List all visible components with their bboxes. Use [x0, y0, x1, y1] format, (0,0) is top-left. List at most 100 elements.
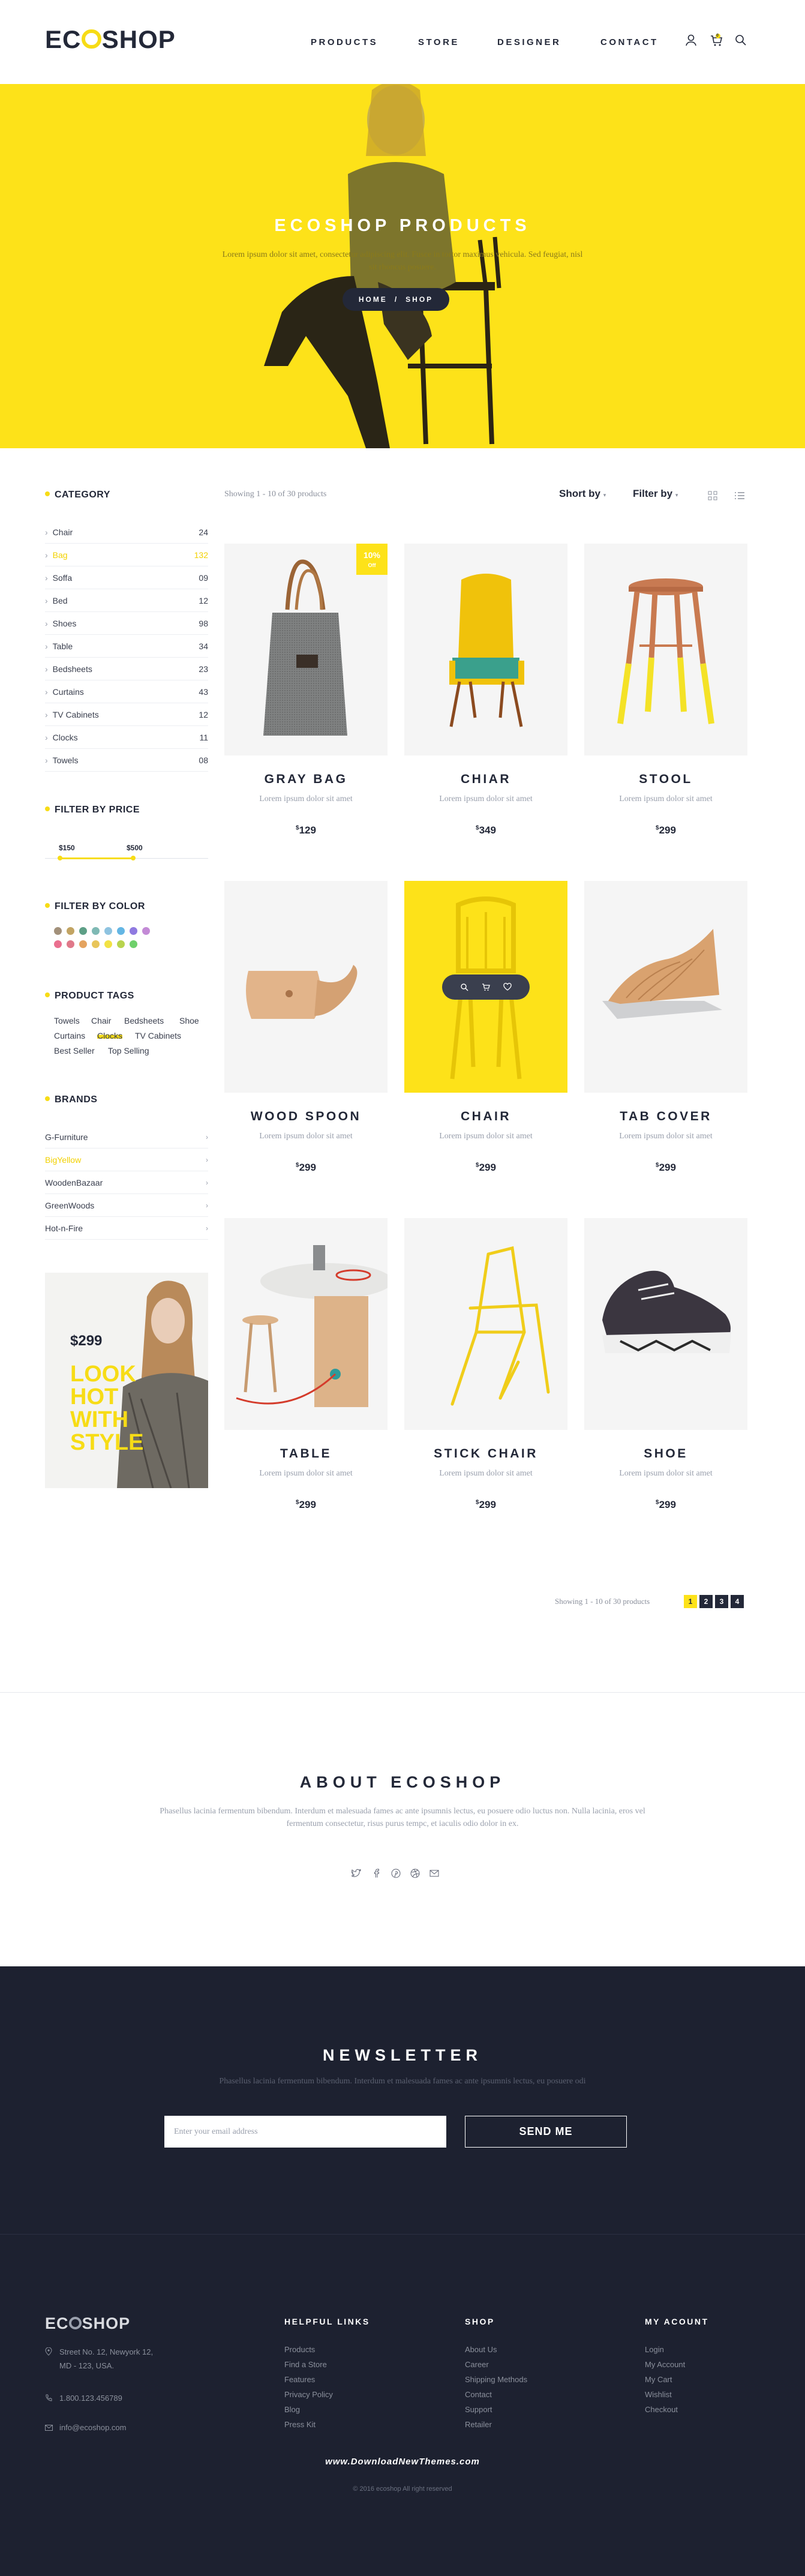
page-3[interactable]: 3: [715, 1595, 728, 1608]
search-icon[interactable]: [734, 34, 747, 47]
color-swatch[interactable]: [54, 927, 62, 935]
brand-item-greenwoods[interactable]: GreenWoods ›: [45, 1194, 208, 1217]
product-image[interactable]: 10% Off: [224, 544, 388, 755]
color-swatch[interactable]: [79, 940, 87, 948]
brand-item-bigyellow[interactable]: BigYellow ›: [45, 1148, 208, 1171]
color-swatch[interactable]: [67, 927, 74, 935]
tag-bedsheets[interactable]: Bedsheets: [124, 1016, 164, 1025]
brand-item-g-furniture[interactable]: G-Furniture ›: [45, 1126, 208, 1148]
footer-link[interactable]: Press Kit: [284, 2420, 316, 2429]
product-image[interactable]: [584, 881, 747, 1093]
footer-email[interactable]: info@ecoshop.com: [59, 2421, 126, 2434]
send-me-button[interactable]: SEND ME: [465, 2116, 627, 2148]
footer-link[interactable]: Privacy Policy: [284, 2390, 333, 2399]
category-item-tv-cabinets[interactable]: TV Cabinets 12: [45, 703, 208, 726]
tag-towels[interactable]: Towels: [54, 1016, 80, 1025]
product-name[interactable]: CHAIR: [404, 1109, 567, 1124]
brand-item-woodenbazaar[interactable]: WoodenBazaar ›: [45, 1171, 208, 1194]
product-name[interactable]: SHOE: [584, 1447, 747, 1461]
product-name[interactable]: CHIAR: [404, 772, 567, 787]
brand-item-hot-n-fire[interactable]: Hot-n-Fire ›: [45, 1217, 208, 1240]
product-image[interactable]: [584, 1218, 747, 1430]
page-1[interactable]: 1: [684, 1595, 697, 1608]
category-item-clocks[interactable]: Clocks 11: [45, 726, 208, 749]
color-swatch[interactable]: [104, 927, 112, 935]
email-field[interactable]: [164, 2116, 446, 2148]
user-icon[interactable]: [684, 34, 698, 47]
tag-top-selling[interactable]: Top Selling: [108, 1046, 149, 1055]
facebook-icon[interactable]: [371, 1868, 382, 1879]
footer-logo[interactable]: EC SHOP: [45, 2314, 130, 2333]
site-logo[interactable]: EC SHOP: [45, 25, 176, 54]
product-name[interactable]: TAB COVER: [584, 1109, 747, 1124]
color-swatch[interactable]: [130, 927, 137, 935]
color-swatch[interactable]: [79, 927, 87, 935]
dribbble-icon[interactable]: [410, 1868, 420, 1879]
product-image[interactable]: [404, 1218, 567, 1430]
breadcrumb-home[interactable]: HOME: [359, 295, 388, 304]
category-item-bed[interactable]: Bed 12: [45, 589, 208, 612]
price-min-handle[interactable]: [58, 856, 62, 860]
tag-shoe[interactable]: Shoe: [179, 1016, 199, 1025]
tag-clocks[interactable]: Clocks: [97, 1031, 123, 1040]
category-item-shoes[interactable]: Shoes 98: [45, 612, 208, 635]
footer-link[interactable]: Find a Store: [284, 2360, 327, 2369]
product-image[interactable]: [404, 544, 567, 755]
color-swatch[interactable]: [54, 940, 62, 948]
price-max-handle[interactable]: [131, 856, 136, 860]
product-image[interactable]: [224, 881, 388, 1093]
mail-icon[interactable]: [429, 1868, 440, 1879]
footer-link[interactable]: Checkout: [645, 2405, 678, 2414]
pinterest-icon[interactable]: [391, 1868, 401, 1879]
nav-designer[interactable]: DESIGNER: [497, 37, 561, 47]
product-image[interactable]: [584, 544, 747, 755]
promo-banner[interactable]: $299 LOOK HOT WITH STYLE: [45, 1273, 208, 1488]
color-swatch[interactable]: [92, 927, 100, 935]
grid-view-icon[interactable]: [708, 491, 717, 500]
list-view-icon[interactable]: [734, 491, 745, 500]
heart-icon[interactable]: [503, 983, 512, 991]
footer-link[interactable]: Career: [465, 2360, 489, 2369]
footer-link[interactable]: Shipping Methods: [465, 2375, 527, 2384]
category-item-soffa[interactable]: Soffa 09: [45, 566, 208, 589]
product-name[interactable]: GRAY BAG: [224, 772, 388, 787]
product-image[interactable]: [224, 1218, 388, 1430]
category-item-table[interactable]: Table 34: [45, 635, 208, 658]
footer-link[interactable]: Features: [284, 2375, 315, 2384]
footer-link[interactable]: My Account: [645, 2360, 685, 2369]
footer-link[interactable]: My Cart: [645, 2375, 672, 2384]
nav-products[interactable]: PRODUCTS: [308, 37, 380, 47]
footer-link[interactable]: Contact: [465, 2390, 492, 2399]
product-name[interactable]: TABLE: [224, 1447, 388, 1461]
color-swatch[interactable]: [117, 940, 125, 948]
footer-link[interactable]: Support: [465, 2405, 492, 2414]
sort-dropdown[interactable]: Short by ▾: [559, 488, 606, 500]
twitter-icon[interactable]: [351, 1868, 362, 1879]
footer-link[interactable]: About Us: [465, 2345, 497, 2354]
page-2[interactable]: 2: [699, 1595, 713, 1608]
color-swatch[interactable]: [130, 940, 137, 948]
search-icon[interactable]: [460, 983, 468, 991]
color-swatch[interactable]: [104, 940, 112, 948]
tag-best-seller[interactable]: Best Seller: [54, 1046, 95, 1055]
category-item-towels[interactable]: Towels 08: [45, 749, 208, 772]
color-swatch[interactable]: [117, 927, 125, 935]
tag-tv-cabinets[interactable]: TV Cabinets: [135, 1031, 181, 1040]
footer-link[interactable]: Blog: [284, 2405, 300, 2414]
tag-curtains[interactable]: Curtains: [54, 1031, 85, 1040]
footer-link[interactable]: Login: [645, 2345, 664, 2354]
category-item-chair[interactable]: Chair 24: [45, 521, 208, 544]
color-swatch[interactable]: [142, 927, 150, 935]
product-name[interactable]: STICK CHAIR: [404, 1447, 567, 1461]
color-swatch[interactable]: [92, 940, 100, 948]
color-swatch[interactable]: [67, 940, 74, 948]
product-image[interactable]: [404, 881, 567, 1093]
nav-contact[interactable]: CONTACT: [600, 37, 659, 47]
category-item-bag[interactable]: Bag 132: [45, 544, 208, 566]
footer-phone[interactable]: 1.800.123.456789: [59, 2391, 122, 2405]
page-4[interactable]: 4: [731, 1595, 744, 1608]
filter-dropdown[interactable]: Filter by ▾: [633, 488, 678, 500]
category-item-bedsheets[interactable]: Bedsheets 23: [45, 658, 208, 680]
footer-link[interactable]: Retailer: [465, 2420, 492, 2429]
footer-link[interactable]: Wishlist: [645, 2390, 672, 2399]
